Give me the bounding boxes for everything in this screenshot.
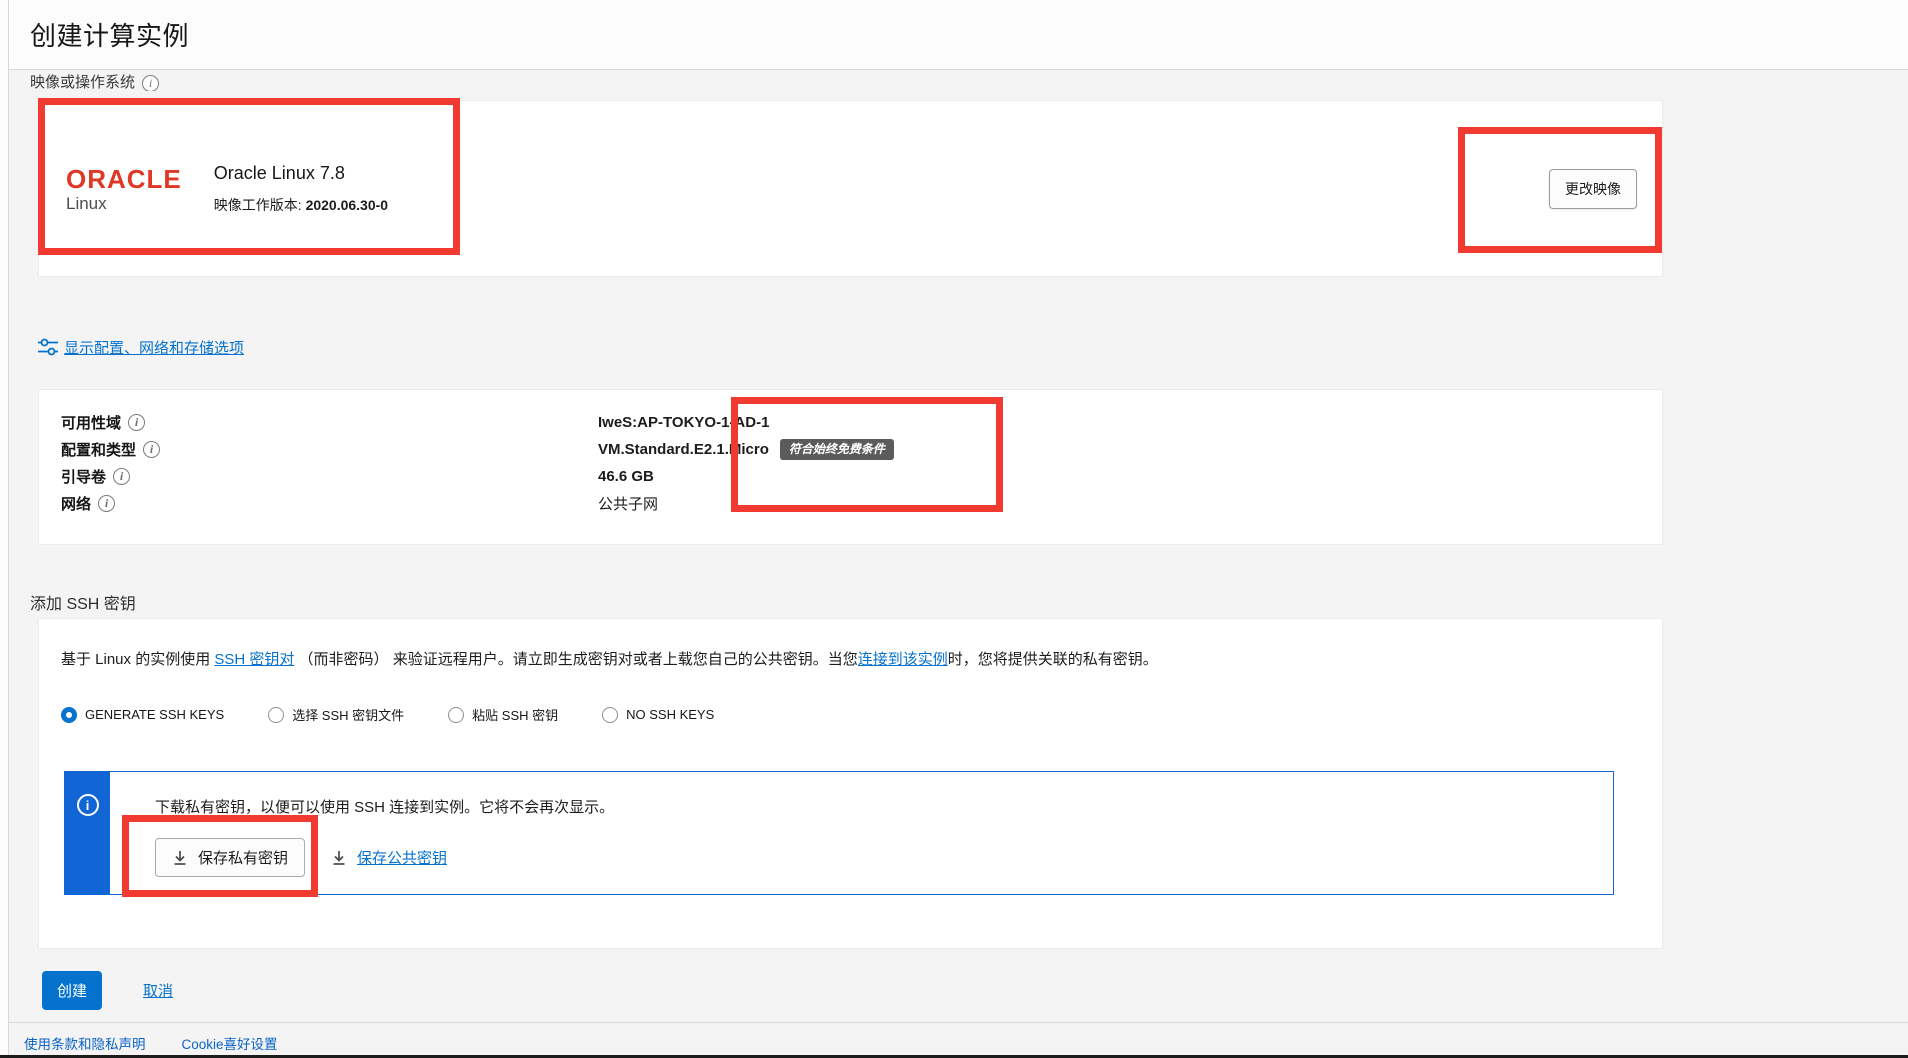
info-icon[interactable]: i xyxy=(143,441,160,458)
table-row: 配置和类型 i VM.Standard.E2.1.Micro 符合始终免费条件 xyxy=(61,436,1662,463)
change-image-button[interactable]: 更改映像 xyxy=(1549,169,1637,209)
info-icon[interactable]: i xyxy=(128,414,145,431)
show-options-row: 显示配置、网络和存储选项 xyxy=(37,336,244,358)
boot-volume-label: 引导卷 xyxy=(61,466,106,487)
info-icon[interactable]: i xyxy=(142,75,159,92)
image-section-label: 映像或操作系统 xyxy=(30,71,135,91)
form-actions: 创建 取消 xyxy=(42,971,173,1010)
image-name: Oracle Linux 7.8 xyxy=(214,163,388,184)
image-version: 映像工作版本: 2020.06.30-0 xyxy=(214,195,388,215)
cancel-link[interactable]: 取消 xyxy=(143,980,173,1001)
window-left-gutter xyxy=(0,0,8,1055)
create-instance-page: 创建计算实例 映像或操作系统 i ORACLE Linux Oracle Lin… xyxy=(0,0,1908,1058)
info-icon[interactable]: i xyxy=(113,468,130,485)
image-panel: ORACLE Linux Oracle Linux 7.8 映像工作版本: 20… xyxy=(38,100,1663,277)
ssh-keypair-link[interactable]: SSH 密钥对 xyxy=(214,651,294,668)
terms-privacy-link[interactable]: 使用条款和隐私声明 xyxy=(24,1033,146,1053)
save-private-key-button[interactable]: 保存私有密钥 xyxy=(155,838,305,877)
boot-volume-value: 46.6 GB xyxy=(598,468,1662,485)
table-row: 网络 i 公共子网 xyxy=(61,490,1662,517)
footer: 使用条款和隐私声明 Cookie喜好设置 xyxy=(24,1033,278,1053)
private-key-infobox: i 下载私有密钥，以便可以使用 SSH 连接到实例。它将不会再次显示。 保存私有… xyxy=(64,771,1614,895)
shape-value: VM.Standard.E2.1.Micro xyxy=(598,441,769,458)
infobox-accent-bar: i xyxy=(65,772,110,894)
radio-generate-ssh-keys[interactable]: GENERATE SSH KEYS xyxy=(61,707,224,723)
always-free-badge: 符合始终免费条件 xyxy=(780,439,894,459)
infobox-message: 下载私有密钥，以便可以使用 SSH 连接到实例。它将不会再次显示。 xyxy=(155,796,614,817)
sliders-icon xyxy=(37,336,59,358)
availability-domain-label: 可用性域 xyxy=(61,412,121,433)
oracle-logo-text: ORACLE xyxy=(66,166,182,192)
ssh-description: 基于 Linux 的实例使用 SSH 密钥对 （而非密码） 来验证远程用户。请立… xyxy=(61,649,1637,670)
info-icon[interactable]: i xyxy=(98,495,115,512)
image-version-value: 2020.06.30-0 xyxy=(306,197,389,213)
footer-divider xyxy=(0,1022,1908,1023)
oracle-logo-sub: Linux xyxy=(66,195,182,212)
connect-instance-link[interactable]: 连接到该实例 xyxy=(858,651,948,668)
cookie-preferences-link[interactable]: Cookie喜好设置 xyxy=(182,1033,278,1053)
save-public-key-action[interactable]: 保存公共密钥 xyxy=(331,847,447,868)
radio-no-ssh-keys[interactable]: NO SSH KEYS xyxy=(602,707,714,723)
table-row: 可用性域 i IweS:AP-TOKYO-1-AD-1 xyxy=(61,409,1662,436)
network-label: 网络 xyxy=(61,493,91,514)
radio-icon xyxy=(602,707,618,723)
download-icon xyxy=(331,850,347,866)
radio-paste-ssh-key[interactable]: 粘贴 SSH 密钥 xyxy=(448,705,558,724)
save-public-key-link[interactable]: 保存公共密钥 xyxy=(357,847,447,868)
ssh-key-radio-group: GENERATE SSH KEYS 选择 SSH 密钥文件 粘贴 SSH 密钥 … xyxy=(61,705,1637,724)
details-panel: 可用性域 i IweS:AP-TOKYO-1-AD-1 配置和类型 i VM.S… xyxy=(38,389,1663,545)
download-icon xyxy=(172,850,188,866)
oracle-linux-logo: ORACLE Linux xyxy=(66,166,182,212)
table-row: 引导卷 i 46.6 GB xyxy=(61,463,1662,490)
image-meta: Oracle Linux 7.8 映像工作版本: 2020.06.30-0 xyxy=(214,163,388,215)
shape-label: 配置和类型 xyxy=(61,439,136,460)
radio-icon xyxy=(448,707,464,723)
network-value: 公共子网 xyxy=(598,493,1662,514)
create-button[interactable]: 创建 xyxy=(42,971,102,1010)
page-title: 创建计算实例 xyxy=(0,16,189,53)
image-section-label-wrap: 映像或操作系统 i xyxy=(30,71,159,91)
info-icon: i xyxy=(77,794,99,816)
radio-icon xyxy=(268,707,284,723)
availability-domain-value: IweS:AP-TOKYO-1-AD-1 xyxy=(598,414,1662,431)
ssh-panel: 基于 Linux 的实例使用 SSH 密钥对 （而非密码） 来验证远程用户。请立… xyxy=(38,618,1663,949)
window-left-border xyxy=(8,0,9,1055)
show-options-link[interactable]: 显示配置、网络和存储选项 xyxy=(64,337,244,358)
radio-choose-ssh-key-file[interactable]: 选择 SSH 密钥文件 xyxy=(268,705,404,724)
radio-icon xyxy=(61,707,77,723)
page-header: 创建计算实例 xyxy=(0,0,1908,70)
ssh-section-heading: 添加 SSH 密钥 xyxy=(30,590,136,614)
